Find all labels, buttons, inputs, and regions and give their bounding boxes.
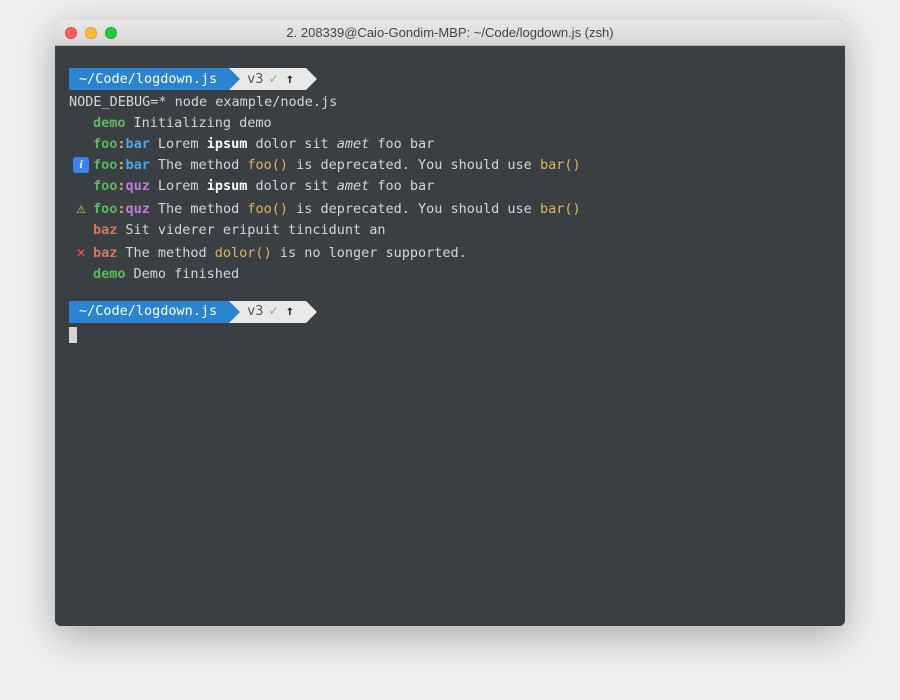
log-icon-gutter: ⚠	[69, 197, 93, 220]
log-message: Lorem ipsum dolor sit amet foo bar	[158, 176, 434, 197]
log-message: The method foo() is deprecated. You shou…	[158, 199, 581, 220]
cursor-line	[69, 325, 831, 346]
window-title: 2. 208339@Caio-Gondim-MBP: ~/Code/logdow…	[65, 25, 835, 40]
prompt-path: ~/Code/logdown.js	[69, 68, 229, 90]
log-line: demo Initializing demo	[69, 113, 831, 134]
prompt-branch: v3 ✓ ↑	[229, 68, 306, 90]
branch-name: v3	[247, 301, 263, 322]
log-message: Initializing demo	[134, 113, 272, 134]
log-message: Lorem ipsum dolor sit amet foo bar	[158, 134, 434, 155]
maximize-icon[interactable]	[105, 27, 117, 39]
cursor	[69, 327, 77, 343]
arrow-up-icon: ↑	[286, 69, 294, 90]
prompt-branch: v3 ✓ ↑	[229, 301, 306, 323]
error-icon: ✕	[76, 243, 85, 261]
log-line: foo:bar Lorem ipsum dolor sit amet foo ba…	[69, 134, 831, 155]
warning-icon: ⚠	[76, 199, 85, 217]
log-message: Demo finished	[134, 264, 240, 285]
terminal-body[interactable]: ~/Code/logdown.js v3 ✓ ↑ NODE_DEBUG=* no…	[55, 46, 845, 626]
log-output: demoInitializing demofoo:barLorem ipsum …	[69, 113, 831, 285]
info-icon: i	[73, 157, 89, 173]
log-line: ⚠ foo:quz The method foo() is deprecated. …	[69, 197, 831, 220]
log-message: The method foo() is deprecated. You shou…	[158, 155, 581, 176]
log-line: ifoo:bar The method foo() is deprecated. …	[69, 155, 831, 176]
log-icon-gutter: ✕	[69, 241, 93, 264]
log-tag: foo:quz	[93, 199, 150, 220]
terminal-window: 2. 208339@Caio-Gondim-MBP: ~/Code/logdow…	[55, 20, 845, 626]
log-tag: demo	[93, 113, 126, 134]
traffic-lights	[65, 27, 117, 39]
command-line: NODE_DEBUG=* node example/node.js	[69, 92, 831, 113]
log-line: demo Demo finished	[69, 264, 831, 285]
arrow-up-icon: ↑	[286, 301, 294, 322]
close-icon[interactable]	[65, 27, 77, 39]
log-icon-gutter: i	[69, 155, 93, 176]
log-tag: baz	[93, 220, 117, 241]
prompt: ~/Code/logdown.js v3 ✓ ↑	[69, 68, 831, 90]
prompt: ~/Code/logdown.js v3 ✓ ↑	[69, 301, 831, 323]
check-icon: ✓	[269, 69, 277, 90]
log-tag: foo:quz	[93, 176, 150, 197]
log-message: Sit viderer eripuit tincidunt an	[125, 220, 385, 241]
log-tag: foo:bar	[93, 134, 150, 155]
log-line: foo:quz Lorem ipsum dolor sit amet foo ba…	[69, 176, 831, 197]
minimize-icon[interactable]	[85, 27, 97, 39]
log-message: The method dolor() is no longer supporte…	[125, 243, 466, 264]
log-tag: demo	[93, 264, 126, 285]
check-icon: ✓	[269, 301, 277, 322]
prompt-path: ~/Code/logdown.js	[69, 301, 229, 323]
branch-name: v3	[247, 69, 263, 90]
titlebar[interactable]: 2. 208339@Caio-Gondim-MBP: ~/Code/logdow…	[55, 20, 845, 46]
log-tag: baz	[93, 243, 117, 264]
log-tag: foo:bar	[93, 155, 150, 176]
log-line: baz Sit viderer eripuit tincidunt an	[69, 220, 831, 241]
log-line: ✕ baz The method dolor() is no longer supp…	[69, 241, 831, 264]
